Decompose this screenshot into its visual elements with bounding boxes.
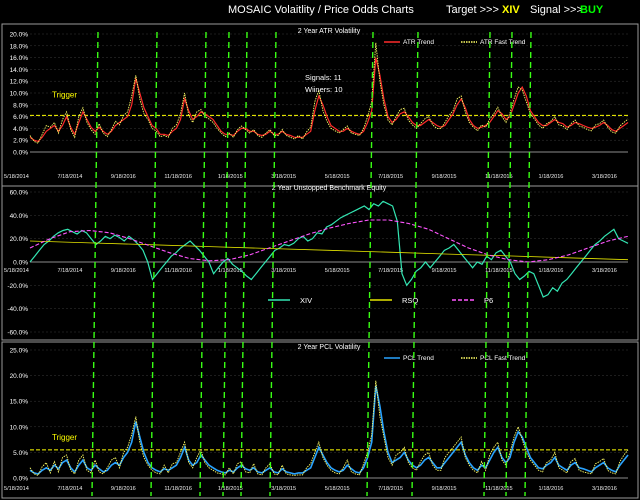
page-title: MOSAIC Volaitlity / Price Odds Charts <box>228 4 414 16</box>
x-tick-label: 1/18/2016 <box>539 268 564 274</box>
x-tick-label: 7/18/2014 <box>57 486 82 492</box>
x-tick-label: 5/18/2015 <box>325 486 350 492</box>
y-tick-label: 25.0% <box>10 348 29 355</box>
x-tick-label: 9/18/2015 <box>432 268 457 274</box>
x-tick-label: 3/18/2016 <box>592 268 617 274</box>
chart-panel-3: 25.0% 20.0% 15.0% 10.0% 5.0% 0.0% 5/18/2014 7/1… <box>1 341 639 499</box>
x-tick-label: 9/18/2016 <box>111 486 136 492</box>
y-tick-label: 10.0% <box>10 91 29 98</box>
x-tick-label: 3/18/2016 <box>592 486 617 492</box>
x-tick-label: 7/18/2015 <box>378 268 403 274</box>
y-tick-label: 0.0% <box>13 150 28 157</box>
target-label: Target >>> <box>446 4 499 16</box>
y-tick-label: 60.0% <box>10 190 29 197</box>
y-tick-label: 2.0% <box>13 138 28 145</box>
legend-label: PCL Fast Trend <box>480 355 526 362</box>
legend-label: XIV <box>300 296 312 305</box>
x-tick-label: 3/18/2015 <box>271 268 296 274</box>
x-tick-label: 1/18/2016 <box>539 174 564 180</box>
x-tick-label: 9/18/2015 <box>432 174 457 180</box>
y-tick-label: 16.0% <box>10 55 29 62</box>
y-tick-label: 18.0% <box>10 43 29 50</box>
header-bar: MOSAIC Volaitlity / Price Odds Charts Ta… <box>0 0 640 22</box>
y-tick-label: 20.0% <box>10 373 29 380</box>
y-tick-label: 20.0% <box>10 32 29 39</box>
y-tick-label: 14.0% <box>10 67 29 74</box>
x-tick-label: 11/18/2016 <box>164 486 192 492</box>
x-tick-label: 5/18/2014 <box>4 486 29 492</box>
y-tick-label: 0.0% <box>13 260 28 267</box>
legend-label: P6 <box>484 296 493 305</box>
x-tick-label: 7/18/2015 <box>378 486 403 492</box>
y-tick-label: 5.0% <box>13 450 28 457</box>
legend-label: ATR Trend <box>403 39 434 46</box>
y-tick-label: 15.0% <box>10 399 29 406</box>
x-tick-label: 5/18/2015 <box>325 268 350 274</box>
y-tick-label: 6.0% <box>13 114 28 121</box>
x-tick-label: 11/18/2016 <box>164 174 192 180</box>
chart-panel-2: 60.0% 40.0% 20.0% 0.0% -20.0% -40.0% -60.0% 5/1… <box>1 185 639 341</box>
legend-label: ATR Fast Trend <box>480 39 526 46</box>
x-tick-label: 3/18/2015 <box>271 486 296 492</box>
y-tick-label: 8.0% <box>13 102 28 109</box>
x-tick-label: 5/18/2014 <box>4 268 29 274</box>
x-tick-label: 11/18/2015 <box>485 174 513 180</box>
signal-label: Signal >>> <box>530 4 583 16</box>
y-tick-label: -40.0% <box>7 306 28 313</box>
y-tick-label: -60.0% <box>7 330 28 337</box>
trigger-label: Trigger <box>52 433 77 442</box>
panel-frame <box>1 341 639 499</box>
trigger-label: Trigger <box>52 90 77 99</box>
y-tick-label: 4.0% <box>13 126 28 133</box>
legend-label: RSQ <box>402 296 418 305</box>
chart-annotation: Signals: 11 <box>305 73 342 82</box>
x-tick-label: 1/18/2015 <box>218 174 243 180</box>
y-tick-label: 10.0% <box>10 424 29 431</box>
y-tick-label: 40.0% <box>10 213 29 220</box>
y-tick-label: 0.0% <box>13 476 28 483</box>
x-tick-label: 9/18/2016 <box>111 174 136 180</box>
x-tick-label: 1/18/2016 <box>539 486 564 492</box>
x-tick-label: 11/18/2016 <box>164 268 192 274</box>
target-value: XIV <box>502 4 520 16</box>
y-tick-label: 12.0% <box>10 79 29 86</box>
x-tick-label: 5/18/2015 <box>325 174 350 180</box>
chart-title: 2 Year ATR Volatility <box>298 28 361 35</box>
charts-canvas: 20.0% 18.0% 16.0% 14.0% 12.0% 10.0% 8.0% 6.0% 4.… <box>1 23 639 499</box>
x-tick-label: 9/18/2015 <box>432 486 457 492</box>
chart-annotation: Wiiners: 10 <box>305 85 343 94</box>
x-tick-label: 7/18/2014 <box>57 174 82 180</box>
y-tick-label: -20.0% <box>7 283 28 290</box>
x-tick-label: 11/18/2015 <box>485 486 513 492</box>
chart-title: 2 Year PCL Volatility <box>298 344 361 351</box>
y-tick-label: 20.0% <box>10 236 29 243</box>
signal-value: BUY <box>580 4 604 16</box>
x-tick-label: 7/18/2014 <box>57 268 82 274</box>
x-tick-label: 3/18/2016 <box>592 174 617 180</box>
panel-frame <box>1 185 639 341</box>
x-tick-label: 1/18/2015 <box>218 486 243 492</box>
x-tick-label: 3/18/2015 <box>271 174 296 180</box>
x-tick-label: 5/18/2014 <box>4 174 29 180</box>
x-tick-label: 9/18/2016 <box>111 268 136 274</box>
x-tick-label: 7/18/2015 <box>378 174 403 180</box>
chart-title: 2 Year Unstopped Benchmark Equity <box>272 185 387 192</box>
legend-label: PCL Trend <box>403 355 434 362</box>
